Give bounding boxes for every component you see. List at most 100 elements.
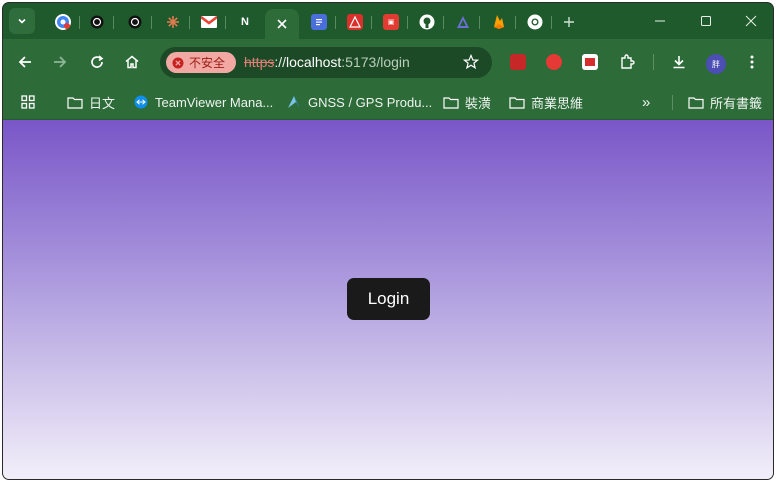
url-scheme: https <box>244 54 275 70</box>
minimize-icon <box>655 20 665 22</box>
tab-2[interactable] <box>83 9 111 35</box>
tab-divider <box>551 16 552 29</box>
close-icon[interactable] <box>276 18 288 30</box>
tab-1[interactable] <box>49 9 77 35</box>
bookmark-item[interactable]: TeamViewer Mana... <box>133 93 273 111</box>
close-window-button[interactable] <box>737 11 765 31</box>
all-bookmarks-folder[interactable]: 所有書籤 <box>688 93 762 111</box>
home-icon <box>125 55 139 69</box>
avatar[interactable]: 胖 <box>706 54 726 74</box>
back-button[interactable] <box>13 50 37 74</box>
tab-divider <box>79 16 80 29</box>
tab-divider <box>335 16 336 29</box>
reload-button[interactable] <box>85 50 109 74</box>
folder-icon <box>67 95 83 109</box>
apps-grid-icon <box>21 95 35 109</box>
tab-divider <box>225 16 226 29</box>
bookmark-item[interactable]: 裝潢 <box>443 93 491 111</box>
tab-strip: N ▣ <box>3 3 773 39</box>
teamviewer-icon <box>133 95 149 109</box>
tab-divider <box>189 16 190 29</box>
security-label: 不安全 <box>189 56 226 70</box>
tab-14[interactable] <box>521 9 549 35</box>
folder-icon <box>688 95 704 109</box>
gmail-icon <box>201 14 217 30</box>
url-separator: :// <box>274 54 287 70</box>
tab-12[interactable] <box>449 9 477 35</box>
bookmarks-overflow-button[interactable]: » <box>642 93 650 111</box>
home-button[interactable] <box>120 50 144 74</box>
tab-5[interactable] <box>195 9 223 35</box>
tab-divider <box>371 16 372 29</box>
docs-icon <box>311 14 327 30</box>
chatgpt-icon <box>127 14 143 30</box>
tab-divider <box>407 16 408 29</box>
red-app-icon: ▣ <box>383 14 399 30</box>
github-icon <box>419 14 435 30</box>
tab-active[interactable] <box>265 9 299 39</box>
tab-divider <box>113 16 114 29</box>
security-chip[interactable]: 不安全 <box>166 52 236 73</box>
url-host: localhost <box>286 54 342 70</box>
bookmark-label: 裝潢 <box>465 95 492 111</box>
warning-app-icon <box>347 14 363 30</box>
extension-2-icon[interactable] <box>546 54 562 70</box>
tab-6[interactable]: N <box>231 9 259 35</box>
tab-10[interactable]: ▣ <box>377 9 405 35</box>
claude-icon <box>165 14 181 30</box>
address-bar[interactable]: 不安全 https://localhost:5173/login <box>160 47 492 78</box>
warning-circle-icon <box>172 57 184 68</box>
menu-button[interactable] <box>740 50 764 74</box>
bookmarks-divider <box>672 95 673 110</box>
page-content: Login <box>3 120 773 479</box>
arrow-left-icon <box>18 56 31 68</box>
bookmark-item[interactable]: 商業思維 <box>509 93 583 111</box>
downloads-button[interactable] <box>667 50 691 74</box>
bookmarks-bar: 日文 TeamViewer Mana... GNSS / GPS Produ..… <box>3 85 773 120</box>
maximize-button[interactable] <box>692 11 720 31</box>
tab-13[interactable] <box>485 9 513 35</box>
chrome-red-icon <box>55 14 71 30</box>
bookmark-item[interactable]: GNSS / GPS Produ... <box>286 93 432 111</box>
toolbar: 不安全 https://localhost:5173/login 胖 <box>3 39 773 85</box>
close-icon <box>745 15 757 27</box>
url-path: :5173/login <box>341 54 410 70</box>
puzzle-icon <box>621 54 635 69</box>
tab-9[interactable] <box>341 9 369 35</box>
chevron-down-icon <box>18 18 26 24</box>
extension-1-icon[interactable] <box>510 54 526 70</box>
tab-divider <box>443 16 444 29</box>
new-tab-button[interactable] <box>555 9 583 35</box>
maximize-icon <box>701 16 711 26</box>
notion-icon: N <box>241 16 249 28</box>
tab-8[interactable] <box>305 9 333 35</box>
browser-window: N ▣ 不安全 https://localhost:5173/login 胖 日… <box>3 3 773 479</box>
login-button[interactable]: Login <box>347 278 430 320</box>
arrow-right-icon <box>54 56 67 68</box>
tab-divider <box>479 16 480 29</box>
chatgpt-icon <box>89 14 105 30</box>
plus-icon <box>564 17 574 27</box>
firebase-icon <box>491 14 507 30</box>
chrome-icon <box>527 14 543 30</box>
bookmark-label: GNSS / GPS Produ... <box>308 94 433 110</box>
triangle-app-icon <box>455 14 471 30</box>
bookmark-label: 所有書籤 <box>710 95 763 111</box>
minimize-button[interactable] <box>646 11 674 31</box>
folder-icon <box>443 95 459 109</box>
download-icon <box>673 56 685 69</box>
tab-4[interactable] <box>159 9 187 35</box>
bookmark-label: 日文 <box>89 95 116 111</box>
extensions-button[interactable] <box>615 50 639 74</box>
apps-button[interactable] <box>21 93 35 111</box>
url-text[interactable]: https://localhost:5173/login <box>244 54 410 70</box>
gnss-icon <box>286 95 302 109</box>
bookmark-star-button[interactable] <box>463 54 479 70</box>
forward-button[interactable] <box>48 50 72 74</box>
bookmark-label: 商業思維 <box>531 95 584 111</box>
tab-search-button[interactable] <box>9 8 35 34</box>
extension-3-icon[interactable] <box>582 54 598 70</box>
tab-11[interactable] <box>413 9 441 35</box>
bookmark-item[interactable]: 日文 <box>67 93 115 111</box>
tab-3[interactable] <box>121 9 149 35</box>
